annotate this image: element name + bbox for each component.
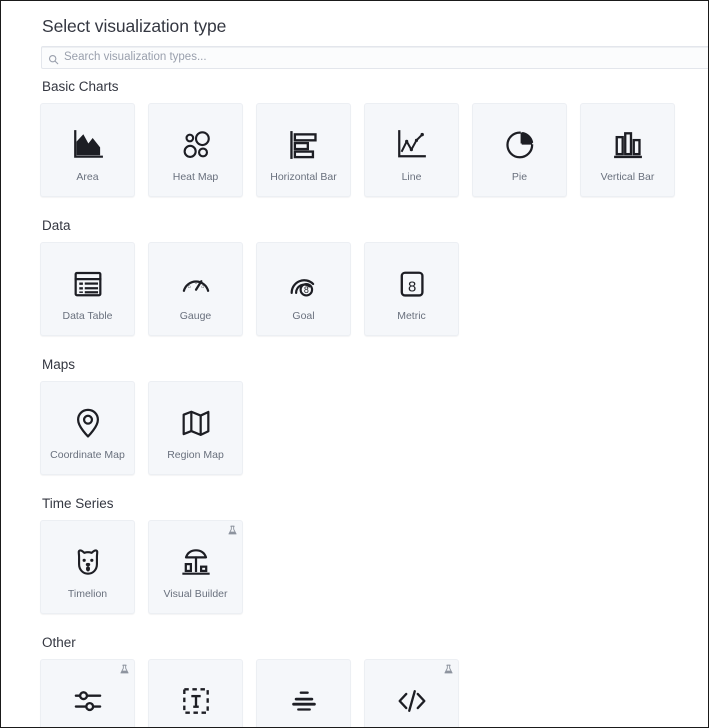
horizontal-bar-icon [287, 128, 321, 162]
dialog-frame: Select visualization type Basic Charts Ar… [0, 0, 709, 728]
beaker-icon [119, 664, 130, 675]
vis-type-card-line[interactable]: Line [364, 103, 459, 197]
section-title: Maps [42, 357, 76, 372]
vis-type-card-area[interactable]: Area [40, 103, 135, 197]
vis-type-label: Metric [397, 310, 426, 322]
vis-type-card-region-map[interactable]: Region Map [148, 381, 243, 475]
vis-type-label: Visual Builder [163, 588, 228, 600]
vis-type-card-visual-builder[interactable]: Visual Builder [148, 520, 243, 614]
search-input[interactable] [64, 50, 708, 65]
visual-builder-icon [179, 545, 213, 579]
svg-text:8: 8 [303, 285, 308, 295]
timelion-bear-icon [71, 545, 105, 579]
section-maps: Maps Coordinate Map Region Map [40, 356, 708, 475]
sections-root: Basic Charts Area Heat Map Horizontal Bar Li… [40, 78, 708, 727]
vis-type-label: Horizontal Bar [270, 171, 337, 183]
code-brackets-icon [395, 684, 429, 718]
section-time-series: Time Series Timelion Visual Builder [40, 495, 708, 614]
vis-type-label: Goal [292, 310, 315, 322]
vis-type-card-heat-map[interactable]: Heat Map [148, 103, 243, 197]
vis-type-card-gauge[interactable]: Gauge [148, 242, 243, 336]
vis-type-card-horizontal-bar[interactable]: Horizontal Bar [256, 103, 351, 197]
tag-cloud-icon [287, 684, 321, 718]
vis-type-label: Region Map [167, 449, 224, 461]
vis-type-card-controls[interactable]: Controls [40, 659, 135, 727]
section-title: Basic Charts [42, 79, 119, 94]
card-grid: ControlsMarkdownTag CloudVega [40, 659, 708, 727]
heat-map-icon [179, 128, 213, 162]
vis-type-card-goal[interactable]: 8 Goal [256, 242, 351, 336]
vis-type-label: Data Table [62, 310, 113, 322]
section-data: Data Data Table Gauge 8 Goal 8 Metric [40, 217, 708, 336]
card-grid: Coordinate Map Region Map [40, 381, 708, 475]
vertical-bar-icon [611, 128, 645, 162]
vis-type-label: Line [401, 171, 422, 183]
beaker-icon [443, 664, 454, 675]
vis-type-card-markdown[interactable]: Markdown [148, 659, 243, 727]
gauge-icon [179, 267, 213, 301]
card-grid: Area Heat Map Horizontal Bar Line Pie Vertica… [40, 103, 708, 197]
controls-sliders-icon [71, 684, 105, 718]
vis-type-card-vertical-bar[interactable]: Vertical Bar [580, 103, 675, 197]
section-title: Data [42, 218, 71, 233]
search-row [40, 46, 708, 69]
vis-type-card-vega[interactable]: Vega [364, 659, 459, 727]
area-chart-icon [71, 128, 105, 162]
search-box[interactable] [41, 46, 708, 69]
data-table-icon [71, 267, 105, 301]
svg-text:8: 8 [407, 280, 415, 296]
folded-map-icon [179, 406, 213, 440]
section-title: Other [42, 635, 76, 650]
vis-type-card-pie[interactable]: Pie [472, 103, 567, 197]
section-basic-charts: Basic Charts Area Heat Map Horizontal Bar Li… [40, 78, 708, 197]
beaker-icon [227, 525, 238, 536]
vis-type-card-data-table[interactable]: Data Table [40, 242, 135, 336]
vis-type-label: Coordinate Map [50, 449, 125, 461]
section-title: Time Series [42, 496, 114, 511]
vis-type-label: Gauge [179, 310, 212, 322]
vis-type-label: Pie [511, 171, 528, 183]
markdown-text-icon [179, 684, 213, 718]
vis-type-card-timelion[interactable]: Timelion [40, 520, 135, 614]
vis-type-label: Timelion [67, 588, 108, 600]
card-grid: Timelion Visual Builder [40, 520, 708, 614]
line-chart-icon [395, 128, 429, 162]
card-grid: Data Table Gauge 8 Goal 8 Metric [40, 242, 708, 336]
metric-icon: 8 [395, 267, 429, 301]
goal-icon: 8 [287, 267, 321, 301]
vis-type-card-coordinate-map[interactable]: Coordinate Map [40, 381, 135, 475]
search-icon [48, 52, 59, 65]
vis-type-label: Area [76, 171, 99, 183]
vis-type-label: Vertical Bar [600, 171, 655, 183]
vis-type-label: Heat Map [172, 171, 219, 183]
map-pin-icon [71, 406, 105, 440]
vis-type-card-metric[interactable]: 8 Metric [364, 242, 459, 336]
vis-type-card-tag-cloud[interactable]: Tag Cloud [256, 659, 351, 727]
visualization-type-dialog: Select visualization type Basic Charts Ar… [1, 1, 708, 727]
section-other: Other ControlsMarkdownTag CloudVega [40, 634, 708, 727]
page-title: Select visualization type [42, 16, 227, 36]
pie-chart-icon [503, 128, 537, 162]
